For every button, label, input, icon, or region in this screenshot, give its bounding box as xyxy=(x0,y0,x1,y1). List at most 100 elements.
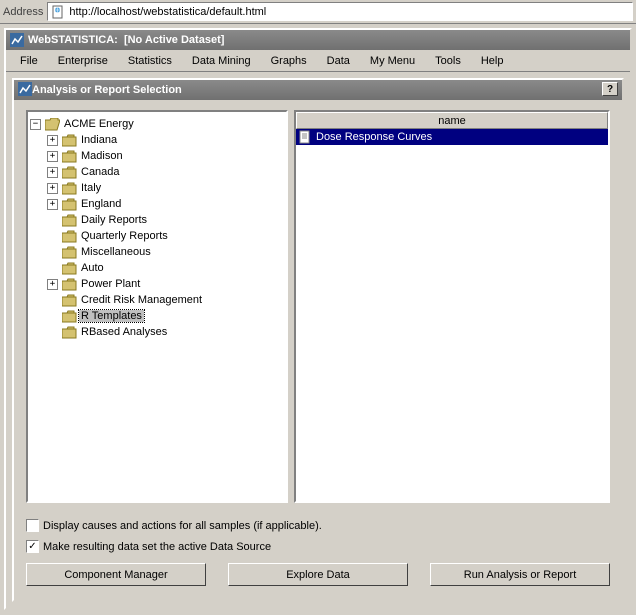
list-body: Dose Response Curves xyxy=(296,129,608,145)
expander-placeholder xyxy=(47,327,58,338)
dialog-title: Analysis or Report Selection xyxy=(32,84,182,96)
tree-item[interactable]: Miscellaneous xyxy=(47,244,284,260)
expander-placeholder xyxy=(47,247,58,258)
menu-bar: File Enterprise Statistics Data Mining G… xyxy=(6,50,630,72)
expander-placeholder xyxy=(47,263,58,274)
tree-root[interactable]: − ACME Energy xyxy=(30,116,284,132)
tree-item-label: R Templates xyxy=(79,310,144,322)
option-make-active[interactable]: ✓ Make resulting data set the active Dat… xyxy=(26,540,610,553)
tree-pane[interactable]: − ACME Energy + Indiana + Madison + Canada + It… xyxy=(26,110,288,503)
tree-item-label: Madison xyxy=(79,150,125,162)
expand-icon[interactable]: + xyxy=(47,167,58,178)
tree-root-label: ACME Energy xyxy=(62,118,136,130)
folder-open-icon xyxy=(45,118,60,131)
option-display-causes[interactable]: Display causes and actions for all sampl… xyxy=(26,519,610,532)
checkbox-checked-icon[interactable]: ✓ xyxy=(26,540,39,553)
folder-icon xyxy=(62,214,77,227)
tree-item[interactable]: + Madison xyxy=(47,148,284,164)
tree-item[interactable]: + Canada xyxy=(47,164,284,180)
tree-item[interactable]: Daily Reports xyxy=(47,212,284,228)
tree-item[interactable]: RBased Analyses xyxy=(47,324,284,340)
address-url: http://localhost/webstatistica/default.h… xyxy=(69,6,266,18)
folder-icon xyxy=(62,278,77,291)
expand-icon[interactable]: + xyxy=(47,279,58,290)
expand-icon[interactable]: + xyxy=(47,183,58,194)
dialog-icon xyxy=(18,82,32,99)
list-item[interactable]: Dose Response Curves xyxy=(296,129,608,145)
menu-enterprise[interactable]: Enterprise xyxy=(48,52,118,70)
tree-item-label: RBased Analyses xyxy=(79,326,169,338)
collapse-icon[interactable]: − xyxy=(30,119,41,130)
menu-graphs[interactable]: Graphs xyxy=(261,52,317,70)
menu-help[interactable]: Help xyxy=(471,52,514,70)
address-label: Address xyxy=(3,6,43,18)
tree-item[interactable]: Credit Risk Management xyxy=(47,292,284,308)
list-item-label: Dose Response Curves xyxy=(316,131,432,143)
folder-icon xyxy=(62,166,77,179)
dialog-title-bar: Analysis or Report Selection ? xyxy=(14,80,622,100)
option-make-active-label: Make resulting data set the active Data … xyxy=(43,541,271,553)
expand-icon[interactable]: + xyxy=(47,135,58,146)
option-display-causes-label: Display causes and actions for all sampl… xyxy=(43,520,322,532)
address-input[interactable]: http://localhost/webstatistica/default.h… xyxy=(47,2,633,21)
tree-item[interactable]: Quarterly Reports xyxy=(47,228,284,244)
dialog: Analysis or Report Selection ? − xyxy=(12,78,624,602)
menu-my-menu[interactable]: My Menu xyxy=(360,52,425,70)
folder-icon xyxy=(62,150,77,163)
buttons-row: Component Manager Explore Data Run Analy… xyxy=(26,563,610,590)
folder-icon xyxy=(62,310,77,323)
expander-placeholder xyxy=(47,295,58,306)
folder-icon xyxy=(62,198,77,211)
app-window: WebSTATISTICA: [No Active Dataset] File … xyxy=(4,28,632,610)
list-pane[interactable]: name Dose Response Curves xyxy=(294,110,610,503)
menu-file[interactable]: File xyxy=(10,52,48,70)
folder-icon xyxy=(62,326,77,339)
tree-item[interactable]: + Power Plant xyxy=(47,276,284,292)
tree-item-label: Indiana xyxy=(79,134,119,146)
help-button[interactable]: ? xyxy=(602,82,618,96)
tree-item-label: Credit Risk Management xyxy=(79,294,204,306)
tree-item-label: Quarterly Reports xyxy=(79,230,170,242)
content-area: Analysis or Report Selection ? − xyxy=(6,72,630,608)
tree-item[interactable]: Auto xyxy=(47,260,284,276)
page-icon xyxy=(51,5,65,19)
tree-item-label: Daily Reports xyxy=(79,214,149,226)
menu-statistics[interactable]: Statistics xyxy=(118,52,182,70)
tree-item-label: Miscellaneous xyxy=(79,246,153,258)
tree-item-label: England xyxy=(79,198,123,210)
run-button[interactable]: Run Analysis or Report xyxy=(430,563,610,586)
app-icon xyxy=(10,33,24,47)
expander-placeholder xyxy=(47,231,58,242)
tree-item-label: Canada xyxy=(79,166,122,178)
component-manager-button[interactable]: Component Manager xyxy=(26,563,206,586)
checkbox-icon[interactable] xyxy=(26,519,39,532)
folder-icon xyxy=(62,294,77,307)
tree-item[interactable]: + Indiana xyxy=(47,132,284,148)
tree: − ACME Energy + Indiana + Madison + Canada + It… xyxy=(30,116,284,340)
explore-data-button[interactable]: Explore Data xyxy=(228,563,408,586)
menu-tools[interactable]: Tools xyxy=(425,52,471,70)
folder-icon xyxy=(62,230,77,243)
tree-item[interactable]: R Templates xyxy=(47,308,284,324)
expander-placeholder xyxy=(47,311,58,322)
address-bar: Address http://localhost/webstatistica/d… xyxy=(0,0,636,24)
tree-item[interactable]: + England xyxy=(47,196,284,212)
tree-item-label: Auto xyxy=(79,262,106,274)
tree-item-label: Power Plant xyxy=(79,278,142,290)
menu-data-mining[interactable]: Data Mining xyxy=(182,52,261,70)
tree-item-label: Italy xyxy=(79,182,103,194)
dialog-body: − ACME Energy + Indiana + Madison + Canada + It… xyxy=(14,100,622,600)
document-icon xyxy=(298,130,312,144)
app-title-bar: WebSTATISTICA: [No Active Dataset] xyxy=(6,30,630,50)
tree-item[interactable]: + Italy xyxy=(47,180,284,196)
folder-icon xyxy=(62,246,77,259)
list-header-name: name xyxy=(297,115,607,127)
menu-data[interactable]: Data xyxy=(317,52,360,70)
expand-icon[interactable]: + xyxy=(47,151,58,162)
folder-icon xyxy=(62,134,77,147)
expand-icon[interactable]: + xyxy=(47,199,58,210)
list-header[interactable]: name xyxy=(296,112,608,129)
app-title: WebSTATISTICA: [No Active Dataset] xyxy=(28,34,224,46)
folder-icon xyxy=(62,262,77,275)
panes: − ACME Energy + Indiana + Madison + Canada + It… xyxy=(26,110,610,511)
